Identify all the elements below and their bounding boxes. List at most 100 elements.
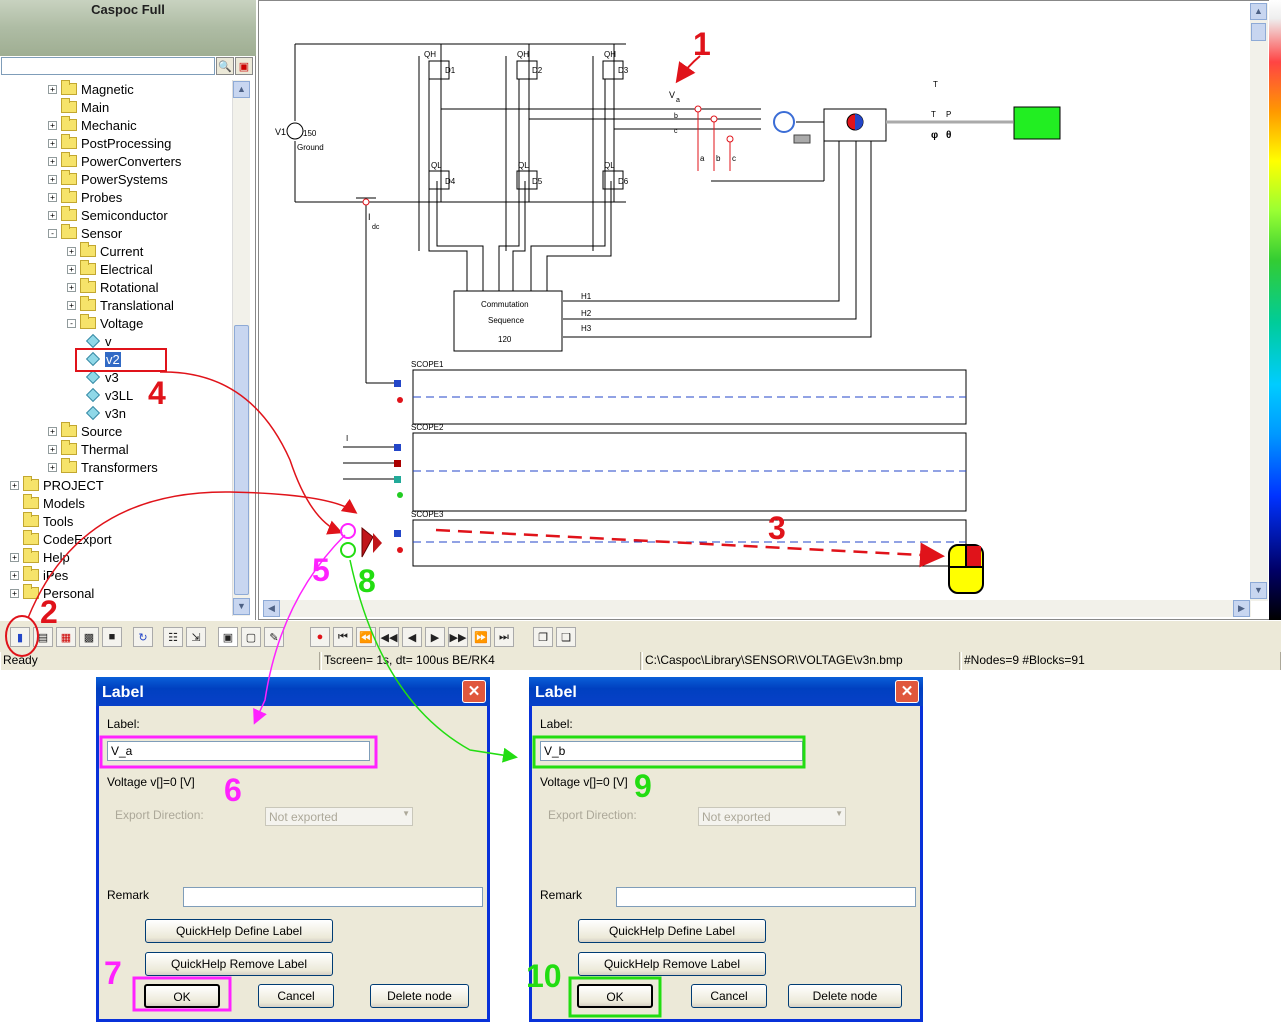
- image-tool-icon[interactable]: ▣: [218, 627, 238, 647]
- collapse-icon[interactable]: -: [67, 318, 76, 328]
- add-label-button[interactable]: ▮: [10, 627, 30, 647]
- fast-forward-icon[interactable]: ⏩: [471, 627, 491, 647]
- network-tool-icon[interactable]: ☷: [163, 627, 183, 647]
- expand-icon[interactable]: +: [67, 282, 76, 292]
- canvas-hscrollbar[interactable]: ◀ ▶: [263, 600, 1251, 617]
- tree-item-codeexport[interactable]: CodeExport: [10, 530, 112, 548]
- expand-icon[interactable]: +: [10, 552, 19, 562]
- scroll-left-icon[interactable]: ◀: [263, 600, 280, 617]
- remark-input[interactable]: [183, 887, 483, 907]
- last-icon[interactable]: ⏭: [494, 627, 514, 647]
- label-input[interactable]: V_b: [540, 741, 803, 761]
- tree-item-voltage[interactable]: - Voltage: [67, 314, 143, 332]
- schematic-canvas[interactable]: V1 150 Ground QH QH QH QL QL QL D1 D2 D3…: [258, 0, 1270, 620]
- cancel-button[interactable]: Cancel: [258, 984, 334, 1008]
- expand-icon[interactable]: +: [48, 156, 57, 166]
- remark-input[interactable]: [616, 887, 916, 907]
- step-back-icon[interactable]: ◀◀: [379, 627, 399, 647]
- expand-icon[interactable]: +: [48, 210, 57, 220]
- component-tool-icon[interactable]: ■: [102, 627, 122, 647]
- tree-item-tools[interactable]: Tools: [10, 512, 73, 530]
- tree-item-help[interactable]: + Help: [10, 548, 70, 566]
- tree-item-v3n[interactable]: v3n: [85, 404, 126, 422]
- tree-item-powerconverters[interactable]: + PowerConverters: [48, 152, 181, 170]
- edit-tool-icon[interactable]: ✎: [264, 627, 284, 647]
- export-select[interactable]: Not exported ▼: [698, 807, 846, 826]
- ok-button[interactable]: OK: [144, 984, 220, 1008]
- scroll-down-icon[interactable]: ▼: [1250, 582, 1267, 599]
- search-input[interactable]: [1, 57, 215, 75]
- expand-icon[interactable]: +: [48, 444, 57, 454]
- tree-item-sensor[interactable]: - Sensor: [48, 224, 122, 242]
- window-tool-icon[interactable]: ❐: [533, 627, 553, 647]
- tree-item-transformers[interactable]: + Transformers: [48, 458, 158, 476]
- tree-item-source[interactable]: + Source: [48, 422, 122, 440]
- expand-icon[interactable]: +: [48, 192, 57, 202]
- quickhelp-define-button[interactable]: QuickHelp Define Label: [578, 919, 766, 943]
- tree-item-probes[interactable]: + Probes: [48, 188, 122, 206]
- tree-item-magnetic[interactable]: + Magnetic: [48, 80, 134, 98]
- ok-button[interactable]: OK: [577, 984, 653, 1008]
- expand-icon[interactable]: +: [67, 264, 76, 274]
- expand-icon[interactable]: +: [67, 246, 76, 256]
- scroll-right-icon[interactable]: ▶: [1233, 600, 1250, 617]
- label-input[interactable]: V_a: [107, 741, 370, 761]
- expand-icon[interactable]: +: [48, 462, 57, 472]
- scroll-up-icon[interactable]: ▲: [233, 81, 250, 98]
- quickhelp-define-button[interactable]: QuickHelp Define Label: [145, 919, 333, 943]
- tree-item-mechanic[interactable]: + Mechanic: [48, 116, 137, 134]
- tree-item-v3ll[interactable]: v3LL: [85, 386, 133, 404]
- collapse-icon[interactable]: -: [48, 228, 57, 238]
- tree-item-models[interactable]: Models: [10, 494, 85, 512]
- close-icon[interactable]: ✕: [895, 680, 919, 703]
- search-icon[interactable]: 🔍: [216, 57, 234, 75]
- cancel-button[interactable]: Cancel: [691, 984, 767, 1008]
- scroll-down-icon[interactable]: ▼: [233, 598, 250, 615]
- numeric-tool-icon[interactable]: ▦: [56, 627, 76, 647]
- quickhelp-remove-button[interactable]: QuickHelp Remove Label: [578, 952, 766, 976]
- tree-item-semiconductor[interactable]: + Semiconductor: [48, 206, 168, 224]
- first-icon[interactable]: ⏮: [333, 627, 353, 647]
- find-component-icon[interactable]: ▣: [235, 57, 253, 75]
- tree-item-current[interactable]: + Current: [67, 242, 143, 260]
- tree-item-electrical[interactable]: + Electrical: [67, 260, 153, 278]
- expand-icon[interactable]: +: [10, 570, 19, 580]
- expand-icon[interactable]: +: [10, 588, 19, 598]
- expand-icon[interactable]: +: [48, 84, 57, 94]
- back-icon[interactable]: ◀: [402, 627, 422, 647]
- tree-item-rotational[interactable]: + Rotational: [67, 278, 159, 296]
- refresh-icon[interactable]: ↻: [133, 627, 153, 647]
- table-tool-icon[interactable]: ▩: [79, 627, 99, 647]
- tree-item-powersystems[interactable]: + PowerSystems: [48, 170, 168, 188]
- tree-item-main[interactable]: Main: [48, 98, 109, 116]
- export-select[interactable]: Not exported ▼: [265, 807, 413, 826]
- scroll-up-icon[interactable]: ▲: [1250, 3, 1267, 20]
- record-icon[interactable]: ●: [310, 627, 330, 647]
- tree-item-v[interactable]: v: [85, 332, 112, 350]
- expand-icon[interactable]: +: [48, 138, 57, 148]
- tree-item-ipes[interactable]: + iPes: [10, 566, 68, 584]
- play-icon[interactable]: ▶: [425, 627, 445, 647]
- cascade-tool-icon[interactable]: ❑: [556, 627, 576, 647]
- step-forward-icon[interactable]: ▶▶: [448, 627, 468, 647]
- tree-scrollbar[interactable]: ▲ ▼: [232, 80, 250, 616]
- expand-icon[interactable]: +: [48, 120, 57, 130]
- bitmap-tool-icon[interactable]: ▢: [241, 627, 261, 647]
- tree-item-v3[interactable]: v3: [85, 368, 119, 386]
- scroll-thumb[interactable]: [234, 325, 249, 595]
- tree-item-v2[interactable]: v2: [85, 350, 121, 368]
- tree-item-translational[interactable]: + Translational: [67, 296, 174, 314]
- fast-back-icon[interactable]: ⏪: [356, 627, 376, 647]
- close-icon[interactable]: ✕: [462, 680, 486, 703]
- canvas-vscrollbar[interactable]: ▲ ▼: [1250, 3, 1268, 601]
- export-tool-icon[interactable]: ⇲: [186, 627, 206, 647]
- quickhelp-remove-button[interactable]: QuickHelp Remove Label: [145, 952, 333, 976]
- delete-node-button[interactable]: Delete node: [370, 984, 469, 1008]
- delete-node-button[interactable]: Delete node: [788, 984, 902, 1008]
- expand-icon[interactable]: +: [48, 174, 57, 184]
- tree-item-postprocessing[interactable]: + PostProcessing: [48, 134, 171, 152]
- tree-item-project[interactable]: + PROJECT: [10, 476, 104, 494]
- expand-icon[interactable]: +: [48, 426, 57, 436]
- scroll-thumb[interactable]: [1251, 23, 1266, 41]
- expand-icon[interactable]: +: [10, 480, 19, 490]
